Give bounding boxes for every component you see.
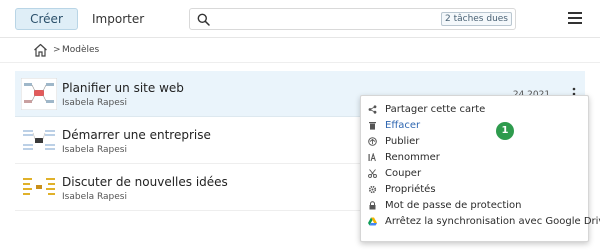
map-title: Planifier un site web: [62, 81, 184, 95]
map-thumbnail: [21, 125, 57, 157]
home-icon[interactable]: [33, 43, 48, 57]
trash-icon: [369, 122, 376, 130]
menu-item-label: Mot de passe de protection: [385, 200, 522, 211]
breadcrumb-separator: >: [53, 45, 61, 55]
menu-item-label: Renommer: [385, 152, 440, 163]
menu-item-label: Publier: [385, 136, 420, 147]
map-owner: Isabela Rapesi: [62, 192, 127, 202]
menu-item-label: Propriétés: [385, 184, 436, 195]
map-owner: Isabela Rapesi: [62, 145, 127, 155]
menu-item-label: Effacer: [385, 120, 421, 131]
context-menu: Partager cette carte Effacer Publier Ren…: [360, 95, 600, 242]
menu-item-publish[interactable]: Publier: [361, 134, 590, 150]
due-tasks-badge[interactable]: 2 tâches dues: [440, 12, 512, 26]
top-bar: Créer Importer 2 tâches dues: [0, 0, 600, 38]
lock-icon: [369, 201, 376, 210]
menu-item-password[interactable]: Mot de passe de protection: [361, 198, 590, 214]
menu-item-properties[interactable]: Propriétés: [361, 182, 590, 198]
menu-item-stop-drive-sync[interactable]: Arrêtez la synchronisation avec Google D…: [361, 214, 600, 230]
hamburger-menu-icon[interactable]: [568, 12, 582, 24]
map-title: Discuter de nouvelles idées: [62, 175, 228, 189]
map-title: Démarrer une entreprise: [62, 128, 211, 142]
map-owner: Isabela Rapesi: [62, 98, 127, 108]
breadcrumb: > Modèles: [0, 39, 600, 63]
menu-item-label: Couper: [385, 168, 422, 179]
menu-item-share[interactable]: Partager cette carte: [361, 102, 590, 118]
google-drive-icon: [368, 217, 377, 226]
create-button[interactable]: Créer: [15, 8, 78, 30]
rename-icon: [368, 153, 376, 162]
breadcrumb-current[interactable]: Modèles: [62, 45, 99, 55]
publish-icon: [368, 137, 377, 146]
search-input[interactable]: [216, 11, 436, 27]
search-box[interactable]: 2 tâches dues: [189, 8, 516, 30]
menu-item-label: Partager cette carte: [385, 104, 486, 115]
share-icon: [368, 105, 377, 114]
step-number-badge: 1: [496, 122, 514, 140]
search-icon: [197, 13, 210, 26]
map-thumbnail: [21, 78, 57, 110]
gear-icon: [368, 185, 377, 194]
menu-item-rename[interactable]: Renommer: [361, 150, 590, 166]
cut-icon: [368, 169, 377, 178]
map-thumbnail: [21, 172, 57, 204]
import-button[interactable]: Importer: [92, 8, 144, 30]
menu-item-label: Arrêtez la synchronisation avec Google D…: [385, 216, 600, 227]
menu-item-delete[interactable]: Effacer: [361, 118, 590, 134]
menu-item-cut[interactable]: Couper: [361, 166, 590, 182]
